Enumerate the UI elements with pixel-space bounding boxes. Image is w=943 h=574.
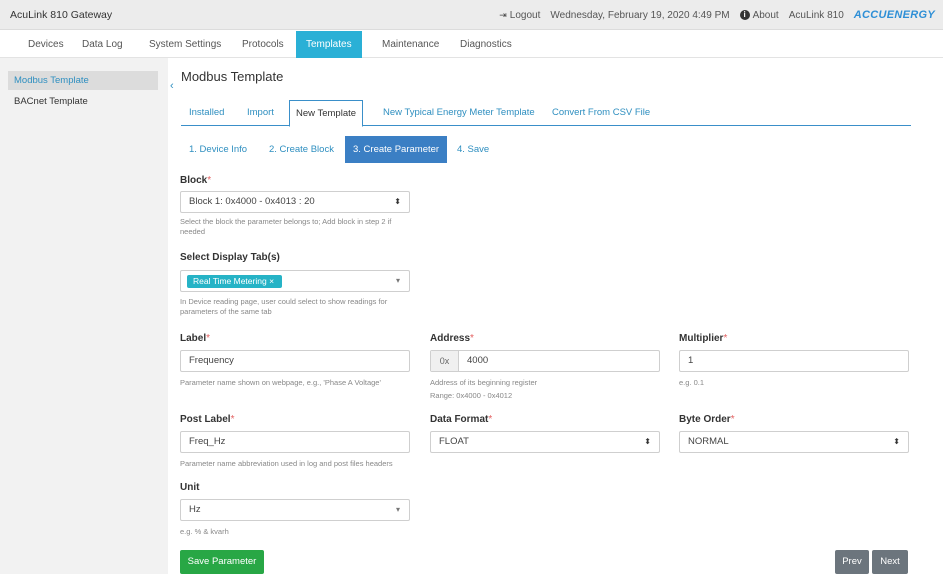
required-mark: * [730,414,735,425]
nav-diagnostics[interactable]: Diagnostics [452,31,520,58]
byte-order-value: NORMAL [688,436,729,447]
required-mark: * [230,414,235,425]
unit-value: Hz [189,504,201,515]
tab-import[interactable]: Import [241,100,280,126]
post-label-help: Parameter name abbreviation used in log … [180,459,393,468]
address-label: Address* [430,333,474,344]
nav-system-settings[interactable]: System Settings [141,31,229,58]
prev-button[interactable]: Prev [835,550,869,574]
post-label-label: Post Label* [180,414,235,425]
required-mark: * [723,333,728,344]
template-tabs: Installed Import New Template New Typica… [181,100,911,127]
top-right-bar: ⇥ Logout Wednesday, February 19, 2020 4:… [499,9,935,21]
chevron-down-icon: ▾ [395,505,400,514]
info-icon: i [739,10,750,20]
about-link[interactable]: i About [739,9,779,21]
logout-label: Logout [509,9,541,21]
sidebar: Modbus Template BACnet Template [0,58,168,574]
main-nav: Devices Data Log System Settings Protoco… [0,31,943,58]
tab-new-template[interactable]: New Template [289,100,364,127]
byte-order-select[interactable]: NORMAL ⬍ [679,431,909,453]
datetime-display: Wednesday, February 19, 2020 4:49 PM [550,9,730,21]
address-prefix: 0x [431,351,459,371]
logout-icon: ⇥ [499,9,507,20]
unit-select[interactable]: Hz ▾ [180,499,410,521]
chevron-down-icon: ▾ [395,276,400,285]
nav-devices[interactable]: Devices [20,31,72,58]
step-save[interactable]: 4. Save [457,136,489,163]
block-help: Select the block the parameter belongs t… [180,217,392,236]
post-label-input[interactable]: Freq_Hz [180,431,410,453]
required-mark: * [207,175,212,186]
chip-remove-icon[interactable]: × [267,276,274,286]
data-format-label: Data Format* [430,414,493,425]
multiplier-help: e.g. 0.1 [679,378,705,387]
block-select[interactable]: Block 1: 0x4000 - 0x4013 : 20 ⬍ [180,191,410,213]
select-arrows-icon: ⬍ [394,197,401,206]
sidebar-item-bacnet-template[interactable]: BACnet Template [8,92,158,111]
label-field-label: Label* [180,333,211,344]
app-title: AcuLink 810 Gateway [10,9,113,21]
required-mark: * [206,333,211,344]
nav-maintenance[interactable]: Maintenance [374,31,447,58]
label-input[interactable]: Frequency [180,350,410,372]
address-input-group[interactable]: 0x 4000 [430,350,660,372]
select-arrows-icon: ⬍ [893,437,900,446]
display-tab-chip[interactable]: Real Time Metering × [187,275,283,288]
display-tab-select[interactable]: Real Time Metering × ▾ [180,270,410,292]
sidebar-item-modbus-template[interactable]: Modbus Template [8,71,158,90]
step-create-block[interactable]: 2. Create Block [269,136,334,163]
main-content: Modbus Template Installed Import New Tem… [168,58,943,574]
multiplier-label: Multiplier* [679,333,728,344]
save-parameter-button[interactable]: Save Parameter [180,550,264,574]
address-range: Range: 0x4000 - 0x4012 [430,391,513,400]
multiplier-input[interactable]: 1 [679,350,909,372]
page-title: Modbus Template [181,69,284,84]
select-arrows-icon: ⬍ [644,437,651,446]
display-tab-help: In Device reading page, user could selec… [180,297,388,316]
block-select-value: Block 1: 0x4000 - 0x4013 : 20 [189,196,315,207]
nav-templates[interactable]: Templates [296,31,362,58]
address-input[interactable]: 4000 [467,351,488,371]
unit-help: e.g. % & kvarh [180,527,229,536]
address-help: Address of its beginning register [430,378,538,387]
brand-logo: ACCUENERGY [853,9,935,21]
tab-installed[interactable]: Installed [183,100,230,126]
required-mark: * [470,333,474,344]
top-bar: AcuLink 810 Gateway ⇥ Logout Wednesday, … [0,0,943,30]
data-format-value: FLOAT [439,436,469,447]
next-button[interactable]: Next [872,550,908,574]
unit-label: Unit [180,482,200,493]
nav-data-log[interactable]: Data Log [74,31,131,58]
label-help: Parameter name shown on webpage, e.g., '… [180,378,381,387]
nav-protocols[interactable]: Protocols [234,31,292,58]
byte-order-label: Byte Order* [679,414,735,425]
step-device-info[interactable]: 1. Device Info [189,136,247,163]
display-tab-label: Select Display Tab(s) [180,252,280,263]
device-name: AcuLink 810 [788,9,844,21]
data-format-select[interactable]: FLOAT ⬍ [430,431,660,453]
tab-convert-from-csv[interactable]: Convert From CSV File [546,100,656,126]
logout-link[interactable]: ⇥ Logout [499,10,540,21]
tab-new-typical-energy-meter-template[interactable]: New Typical Energy Meter Template [377,100,541,126]
step-create-parameter[interactable]: 3. Create Parameter [345,136,448,163]
about-label: About [752,9,779,21]
required-mark: * [488,414,493,425]
block-label: Block* [180,175,212,186]
